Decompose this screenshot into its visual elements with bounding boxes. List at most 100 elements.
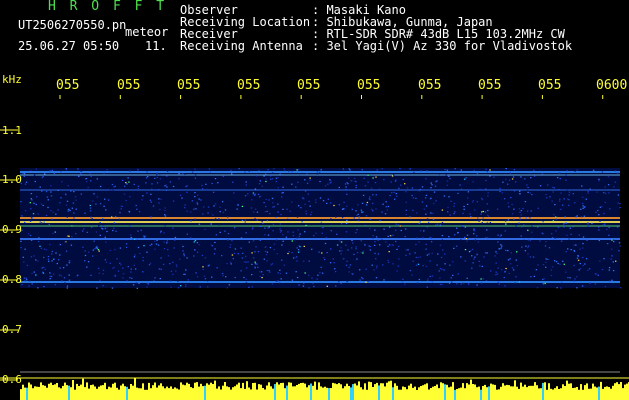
noise-speck: [74, 196, 77, 198]
noise-speck: [542, 264, 545, 266]
noise-speck: [160, 257, 162, 259]
noise-speck: [102, 273, 104, 275]
noise-speck: [474, 209, 476, 211]
noise-speck: [507, 219, 510, 221]
noise-speck: [296, 237, 298, 239]
noise-speck: [232, 181, 234, 183]
noise-speck: [160, 230, 162, 232]
noise-speck: [191, 171, 194, 173]
noise-speck: [243, 276, 245, 279]
noise-speck: [397, 265, 400, 267]
level-bar: [584, 385, 586, 400]
level-bar: [42, 385, 44, 400]
noise-speck: [447, 206, 449, 209]
level-bar: [226, 386, 228, 400]
level-bar: [152, 385, 154, 400]
noise-speck: [460, 238, 462, 241]
noise-speck: [139, 252, 141, 255]
noise-speck: [592, 169, 595, 171]
noise-speck: [230, 169, 232, 171]
noise-speck: [431, 275, 434, 277]
level-bar: [474, 384, 476, 400]
noise-speck: [58, 259, 60, 261]
level-bar: [20, 389, 22, 400]
noise-speck: [520, 235, 522, 237]
noise-speck: [214, 248, 216, 250]
noise-speck: [507, 183, 509, 185]
noise-speck: [335, 285, 337, 287]
noise-speck: [50, 238, 53, 240]
noise-speck: [453, 213, 455, 215]
noise-speck: [501, 269, 503, 271]
noise-speck: [57, 209, 59, 211]
noise-speck: [184, 273, 186, 275]
noise-speck: [214, 217, 217, 220]
noise-speck: [201, 188, 204, 190]
noise-speck: [611, 239, 613, 241]
noise-speck: [67, 235, 69, 237]
level-bar: [596, 387, 598, 400]
noise-speck: [119, 262, 121, 264]
noise-speck: [129, 277, 131, 279]
noise-speck: [279, 282, 281, 284]
noise-speck: [198, 244, 200, 246]
noise-speck: [134, 268, 137, 270]
noise-speck: [23, 277, 26, 279]
noise-speck: [146, 192, 148, 194]
noise-speck: [20, 201, 22, 203]
noise-speck: [199, 286, 201, 288]
noise-speck: [59, 202, 61, 204]
noise-speck: [575, 216, 577, 218]
level-bar: [26, 387, 28, 400]
level-bar: [70, 387, 72, 400]
noise-speck: [588, 268, 591, 270]
noise-speck: [371, 208, 373, 210]
noise-speck: [373, 269, 375, 271]
noise-speck: [121, 179, 124, 181]
noise-speck: [591, 222, 593, 225]
noise-speck: [154, 240, 156, 242]
noise-speck: [228, 284, 231, 286]
noise-speck: [164, 225, 166, 227]
noise-speck: [49, 275, 51, 277]
noise-speck: [196, 202, 198, 204]
noise-speck: [285, 236, 288, 238]
noise-speck: [309, 177, 311, 179]
noise-speck: [441, 268, 443, 270]
level-bar: [114, 382, 116, 400]
level-bar: [492, 384, 494, 400]
level-bar: [64, 382, 66, 400]
noise-speck: [563, 198, 565, 200]
noise-speck: [262, 274, 264, 276]
level-bar: [308, 385, 310, 400]
noise-speck: [533, 175, 536, 177]
noise-speck: [113, 222, 116, 224]
noise-speck: [473, 228, 475, 230]
level-bar: [386, 382, 388, 400]
level-bar: [608, 387, 610, 400]
noise-speck: [146, 176, 149, 178]
noise-speck: [59, 254, 61, 256]
noise-speck: [142, 271, 144, 273]
noise-speck: [214, 178, 217, 180]
noise-speck: [497, 267, 499, 269]
noise-speck: [266, 260, 268, 262]
level-bar: [172, 388, 174, 400]
noise-speck: [513, 190, 516, 192]
level-bar: [244, 388, 246, 400]
noise-speck: [545, 266, 547, 268]
noise-speck: [372, 237, 374, 239]
noise-speck: [486, 252, 488, 254]
noise-speck: [263, 202, 265, 204]
noise-speck: [587, 223, 589, 225]
noise-speck: [568, 199, 570, 201]
noise-speck: [456, 227, 458, 229]
level-bar: [142, 383, 144, 400]
noise-speck: [598, 239, 600, 242]
noise-speck: [297, 181, 299, 183]
noise-speck: [152, 205, 155, 207]
noise-speck: [409, 216, 411, 218]
level-bar: [72, 380, 74, 400]
noise-speck: [425, 265, 428, 268]
noise-speck: [62, 267, 65, 269]
